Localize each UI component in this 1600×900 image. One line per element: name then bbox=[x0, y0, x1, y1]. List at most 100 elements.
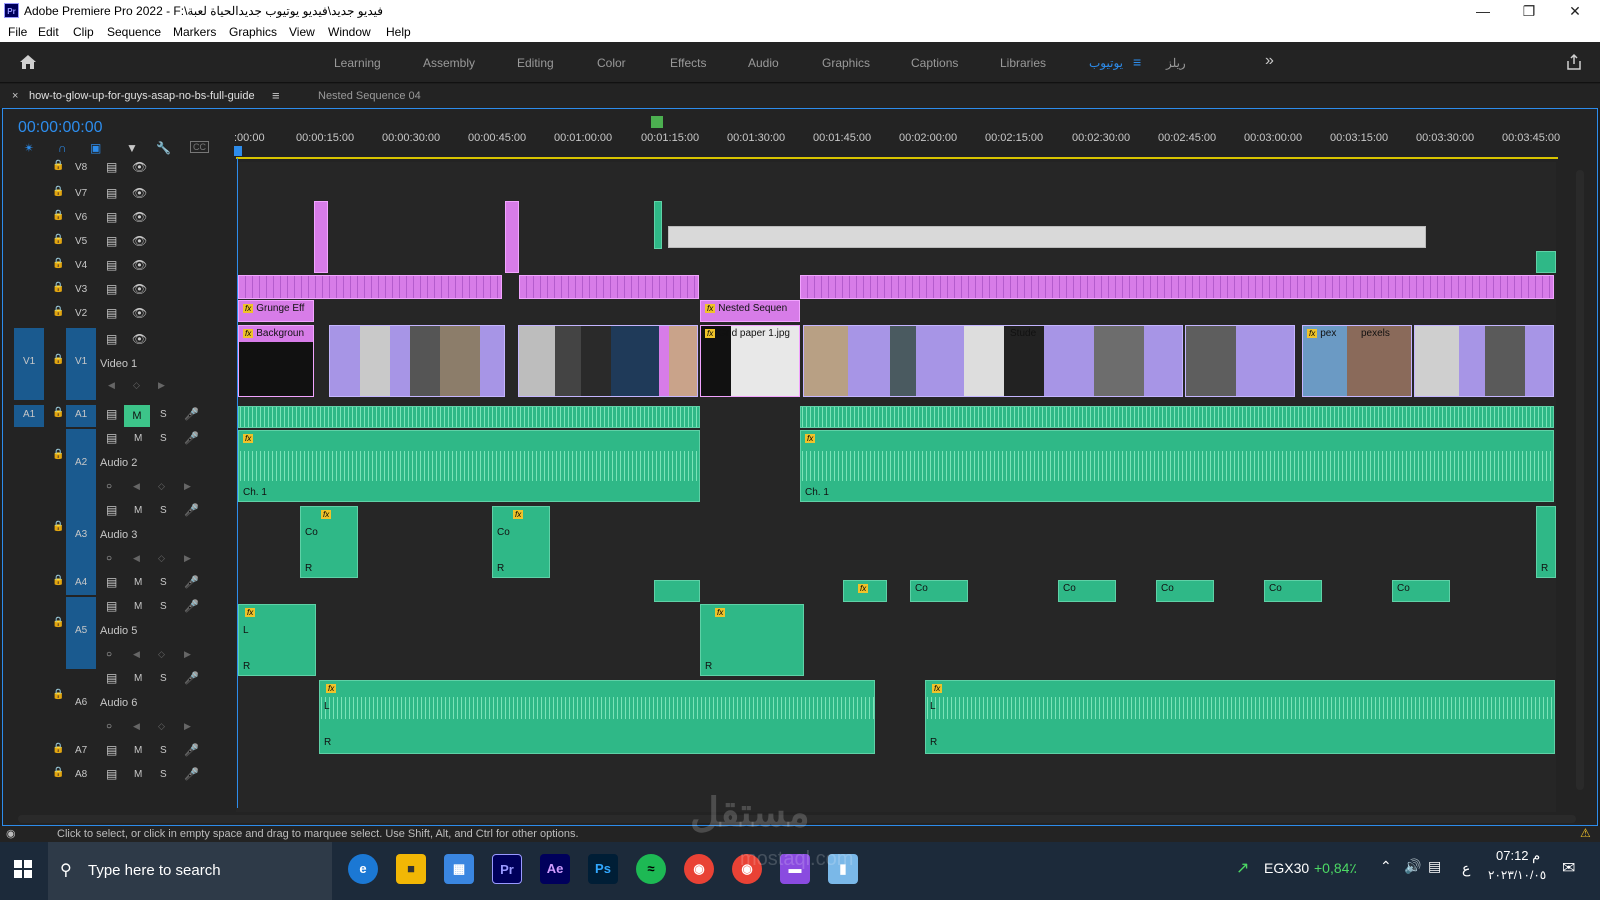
toggle-sync-icon[interactable]: ▤ bbox=[106, 767, 117, 781]
workspace-tab-assembly[interactable]: Assembly bbox=[423, 56, 475, 70]
workspace-tab-learning[interactable]: Learning bbox=[334, 56, 381, 70]
audio-clip-a4[interactable]: Co bbox=[1058, 580, 1116, 602]
solo-button[interactable]: S bbox=[160, 433, 167, 444]
audio-clip-a1[interactable] bbox=[238, 406, 700, 428]
edge-icon[interactable]: e bbox=[348, 854, 378, 884]
microphone-icon[interactable]: 🎤 bbox=[184, 743, 199, 757]
work-area-bar[interactable] bbox=[236, 157, 1558, 159]
mute-button[interactable]: M bbox=[134, 601, 142, 612]
linked-selection-icon[interactable]: ▣ bbox=[90, 141, 101, 155]
workspace-tab-editing[interactable]: Editing bbox=[517, 56, 554, 70]
nest-icon[interactable]: ✴ bbox=[24, 141, 34, 155]
playhead-handle[interactable] bbox=[234, 146, 242, 156]
next-keyframe-icon[interactable]: ▶ bbox=[184, 553, 191, 564]
toggle-sync-icon[interactable]: ▤ bbox=[106, 282, 117, 296]
close-button[interactable]: ✕ bbox=[1552, 0, 1598, 22]
video-clip-grunge[interactable]: fx Grunge Eff bbox=[238, 300, 314, 322]
video-clip-v3[interactable] bbox=[800, 275, 1554, 299]
mute-button[interactable]: M bbox=[134, 673, 142, 684]
toggle-sync-icon[interactable]: ▤ bbox=[106, 234, 117, 248]
lock-icon[interactable]: 🔒 bbox=[52, 258, 64, 269]
menu-sequence[interactable]: Sequence bbox=[107, 25, 161, 39]
add-keyframe-icon[interactable]: ◇ bbox=[133, 380, 140, 391]
lock-icon[interactable]: 🔒 bbox=[52, 186, 64, 197]
lock-icon[interactable]: 🔒 bbox=[52, 767, 64, 778]
lock-icon[interactable]: 🔒 bbox=[52, 743, 64, 754]
video-clip-pexels[interactable]: fx pex pexels bbox=[1302, 325, 1412, 397]
workspace-tab-libraries[interactable]: Libraries bbox=[1000, 56, 1046, 70]
toggle-sync-icon[interactable]: ▤ bbox=[106, 160, 117, 174]
solo-button[interactable]: S bbox=[160, 601, 167, 612]
menu-file[interactable]: File bbox=[8, 25, 27, 39]
toggle-sync-icon[interactable]: ▤ bbox=[106, 407, 117, 421]
audio-clip-a3[interactable]: fx Co R bbox=[492, 506, 550, 578]
lock-icon[interactable]: 🔒 bbox=[52, 689, 64, 700]
home-icon[interactable] bbox=[18, 52, 38, 72]
track-target-a3[interactable]: A3 bbox=[66, 501, 96, 573]
microphone-icon[interactable]: 🎤 bbox=[184, 407, 199, 421]
mute-button[interactable]: M bbox=[124, 405, 150, 427]
toggle-sync-icon[interactable]: ▤ bbox=[106, 306, 117, 320]
toggle-sync-icon[interactable]: ▤ bbox=[106, 332, 117, 346]
eye-icon[interactable]: 👁 bbox=[132, 282, 147, 296]
menu-edit[interactable]: Edit bbox=[38, 25, 59, 39]
sequence-tab-nested[interactable]: Nested Sequence 04 bbox=[318, 90, 421, 102]
adjustment-layer-clip[interactable] bbox=[668, 226, 1426, 248]
lock-icon[interactable]: 🔒 bbox=[52, 354, 64, 365]
more-workspaces-icon[interactable]: » bbox=[1265, 52, 1274, 70]
lock-icon[interactable]: 🔒 bbox=[52, 617, 64, 628]
menu-view[interactable]: View bbox=[289, 25, 315, 39]
menu-help[interactable]: Help bbox=[386, 25, 411, 39]
toggle-sync-icon[interactable]: ▤ bbox=[106, 671, 117, 685]
prev-keyframe-icon[interactable]: ◀ bbox=[133, 553, 140, 564]
next-keyframe-icon[interactable]: ▶ bbox=[184, 649, 191, 660]
audio-clip-a1[interactable] bbox=[800, 406, 1554, 428]
video-clip[interactable] bbox=[505, 201, 519, 273]
prev-keyframe-icon[interactable]: ◀ bbox=[133, 721, 140, 732]
sequence-tab-active[interactable]: how-to-glow-up-for-guys-asap-no-bs-full-… bbox=[29, 90, 255, 102]
network-icon[interactable]: ▤ bbox=[1428, 858, 1441, 875]
audio-clip-a5[interactable]: fx L R bbox=[238, 604, 316, 676]
toggle-sync-icon[interactable]: ▤ bbox=[106, 258, 117, 272]
workspace-tab-graphics[interactable]: Graphics bbox=[822, 56, 870, 70]
add-marker-icon[interactable]: ▼ bbox=[126, 141, 138, 155]
maximize-button[interactable]: ❐ bbox=[1506, 0, 1552, 22]
solo-button[interactable]: S bbox=[160, 745, 167, 756]
source-patch-a1[interactable]: A1 bbox=[14, 405, 44, 427]
track-target-a4[interactable]: A4 bbox=[66, 573, 96, 595]
solo-button[interactable]: S bbox=[160, 577, 167, 588]
eye-icon[interactable]: 👁 bbox=[132, 210, 147, 224]
microphone-icon[interactable]: 🎤 bbox=[184, 767, 199, 781]
windows-start-icon[interactable] bbox=[14, 860, 32, 878]
workspace-tab-effects[interactable]: Effects bbox=[670, 56, 706, 70]
file-explorer-icon[interactable]: ■ bbox=[396, 854, 426, 884]
lock-icon[interactable]: 🔒 bbox=[52, 449, 64, 460]
prev-keyframe-icon[interactable]: ◀ bbox=[133, 649, 140, 660]
volume-knob-icon[interactable]: ○ bbox=[106, 721, 112, 732]
video-clip[interactable] bbox=[518, 325, 698, 397]
audio-clip-a4[interactable]: fx bbox=[843, 580, 887, 602]
mute-button[interactable]: M bbox=[134, 505, 142, 516]
after-effects-icon[interactable]: Ae bbox=[540, 854, 570, 884]
track-target-v1[interactable]: V1 bbox=[66, 328, 96, 400]
vertical-scrollbar[interactable] bbox=[1576, 170, 1584, 790]
audio-clip-a3[interactable]: R bbox=[1536, 506, 1556, 578]
spotify-icon[interactable]: ≈ bbox=[636, 854, 666, 884]
toggle-sync-icon[interactable]: ▤ bbox=[106, 575, 117, 589]
video-clip[interactable] bbox=[1536, 251, 1556, 273]
minimize-button[interactable]: — bbox=[1460, 0, 1506, 22]
eye-icon[interactable]: 👁 bbox=[132, 234, 147, 248]
eye-icon[interactable]: 👁 bbox=[132, 186, 147, 200]
workspace-tab-captions[interactable]: Captions bbox=[911, 56, 958, 70]
track-target-a1[interactable]: A1 bbox=[66, 405, 96, 427]
warning-icon[interactable]: ⚠ bbox=[1580, 826, 1591, 840]
volume-icon[interactable]: 🔊 bbox=[1404, 858, 1421, 875]
lock-icon[interactable]: 🔒 bbox=[52, 234, 64, 245]
volume-knob-icon[interactable]: ○ bbox=[106, 553, 112, 564]
audio-clip-a4[interactable]: Co bbox=[1156, 580, 1214, 602]
video-clip-v3[interactable] bbox=[238, 275, 502, 299]
toggle-sync-icon[interactable]: ▤ bbox=[106, 743, 117, 757]
mute-button[interactable]: M bbox=[134, 577, 142, 588]
workspace-tab-color[interactable]: Color bbox=[597, 56, 626, 70]
prev-keyframe-icon[interactable]: ◀ bbox=[133, 481, 140, 492]
